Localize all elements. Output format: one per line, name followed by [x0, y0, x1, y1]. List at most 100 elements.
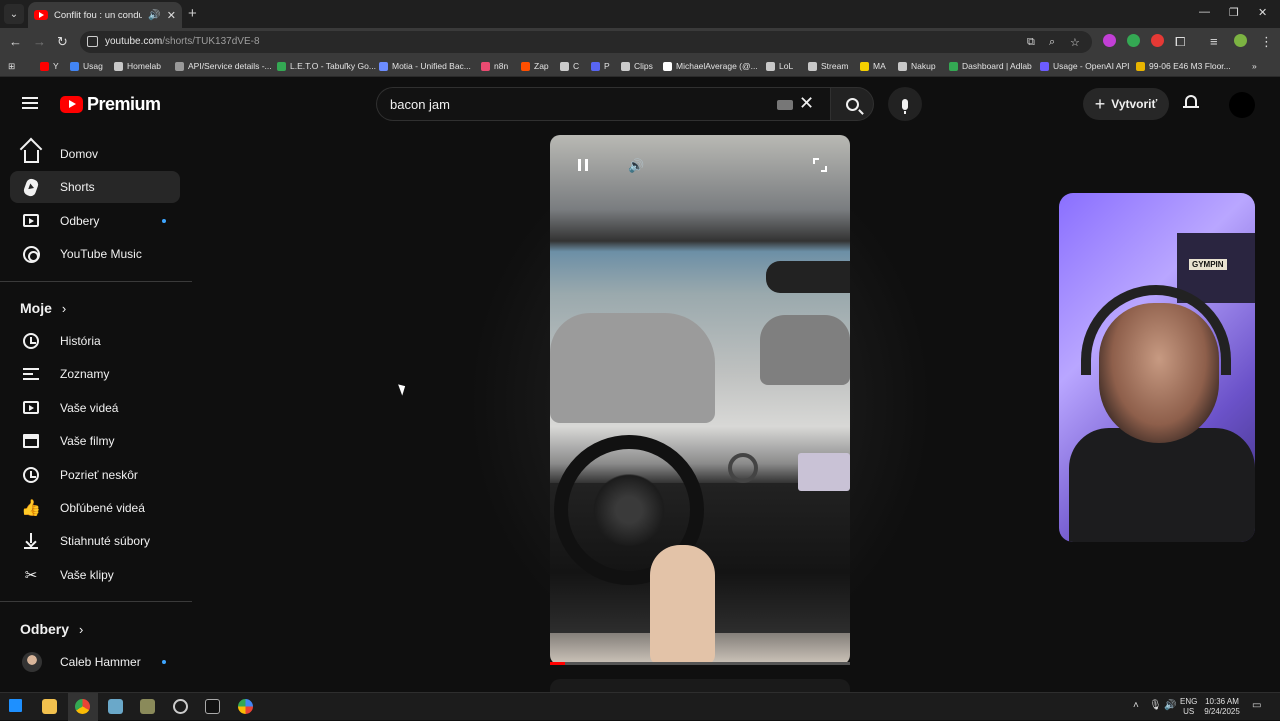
app-icon[interactable]: [108, 699, 123, 714]
sidebar-item-pozrie-nesk-r[interactable]: Pozrieť neskôr: [10, 459, 180, 491]
sidebar-item-youtube-music[interactable]: YouTube Music: [10, 238, 180, 270]
menu-hamburger-icon[interactable]: [22, 97, 38, 109]
bookmark-item[interactable]: Usag: [70, 61, 103, 71]
bookmark-star-icon[interactable]: ☆: [1070, 36, 1080, 49]
speaker-tray-icon[interactable]: 🔊: [1164, 700, 1176, 711]
extension-icon[interactable]: [1127, 34, 1140, 47]
bookmark-item[interactable]: Motia - Unified Bac...: [379, 61, 471, 71]
bookmark-item[interactable]: Dashboard | Adlab: [949, 61, 1032, 71]
minimize-icon[interactable]: —: [1199, 6, 1210, 18]
bookmark-favicon-icon: [898, 61, 907, 71]
bookmark-item[interactable]: Zap: [521, 61, 549, 71]
shorts-icon: [22, 177, 40, 198]
sidebar-item-label: Shorts: [60, 180, 95, 195]
bookmark-item[interactable]: 99-06 E46 M3 Floor...: [1136, 61, 1231, 71]
shorts-video-player[interactable]: [550, 135, 850, 665]
sidebar-item-va-e-vide-[interactable]: Vaše videá: [10, 392, 180, 424]
microphone-tray-icon[interactable]: 🎙: [1149, 700, 1162, 711]
sidebar-item-label: Vaše klipy: [60, 567, 114, 582]
extensions-puzzle-icon[interactable]: ⧠: [1175, 34, 1185, 50]
pause-icon[interactable]: [578, 159, 588, 171]
file-explorer-icon[interactable]: [42, 699, 57, 714]
bookmark-item[interactable]: Usage - OpenAI API: [1040, 61, 1130, 71]
site-info-icon[interactable]: [87, 36, 98, 47]
bookmark-item[interactable]: MichaelAverage (@...: [663, 61, 758, 71]
sidebar-item-domov[interactable]: Domov: [10, 138, 180, 170]
extension-icon[interactable]: [1103, 34, 1116, 47]
notifications-tray-icon[interactable]: ▭: [1252, 700, 1261, 711]
create-button[interactable]: + Vytvoriť: [1083, 88, 1169, 120]
tab-search-button[interactable]: ⌄: [4, 4, 24, 24]
sidebar-you-heading[interactable]: Moje ›: [20, 300, 66, 316]
video-progress-bar[interactable]: [550, 662, 850, 665]
sidebar-item-va-e-filmy[interactable]: Vaše filmy: [10, 425, 180, 457]
youtube-premium-logo[interactable]: Premium: [60, 94, 161, 115]
restore-icon[interactable]: ❐: [1229, 6, 1239, 19]
app-icon[interactable]: [173, 699, 188, 714]
system-clock[interactable]: 10:36 AM 9/24/2025: [1202, 697, 1242, 717]
reload-icon[interactable]: ↻: [57, 34, 68, 50]
watch-later-icon: [22, 466, 40, 484]
bookmark-item[interactable]: LoL: [766, 61, 793, 71]
bookmark-item[interactable]: API/Service details -...: [175, 61, 272, 71]
sidebar-item-ob-ben-vide-[interactable]: 👍 Obľúbené videá: [10, 492, 180, 524]
cast-icon[interactable]: ⧉: [1027, 36, 1035, 49]
bookmark-item[interactable]: P: [591, 61, 610, 71]
profile-avatar[interactable]: [1234, 34, 1247, 47]
notifications-bell-icon[interactable]: [1183, 95, 1199, 110]
bookmark-item[interactable]: n8n: [481, 61, 508, 71]
bookmark-item[interactable]: Y: [40, 61, 59, 71]
app-icon[interactable]: [140, 699, 155, 714]
sidebar-item-hist-ria[interactable]: História: [10, 325, 180, 357]
bookmark-item[interactable]: MA: [860, 61, 886, 71]
sidebar-item-stiahnut-s-bory[interactable]: Stiahnuté súbory: [10, 525, 180, 557]
bookmark-favicon-icon: [1136, 61, 1145, 71]
voice-search-button[interactable]: [888, 87, 922, 121]
tab-audio-icon[interactable]: 🔊: [148, 10, 160, 21]
sidebar-item-label: Vaše videá: [60, 400, 119, 415]
bookmark-item[interactable]: Stream: [808, 61, 848, 71]
bookmark-item[interactable]: L.E.T.O - Tabuľky Go...: [277, 61, 376, 71]
new-tab-button[interactable]: +: [188, 5, 197, 22]
search-query[interactable]: bacon jam: [390, 97, 450, 112]
zoom-icon[interactable]: ⌕: [1049, 36, 1055, 49]
sidebar-item-zoznamy[interactable]: Zoznamy: [10, 358, 180, 390]
extension-icon[interactable]: [1151, 34, 1164, 47]
volume-icon[interactable]: 🔊: [628, 158, 644, 174]
address-bar[interactable]: youtube.com/shorts/TUK137dVE-8 ⧉ ⌕ ☆: [80, 31, 1092, 53]
bookmark-favicon-icon: [663, 61, 672, 71]
menu-kebab-icon[interactable]: ⋮: [1260, 34, 1273, 50]
sidebar-item-odbery[interactable]: Odbery: [10, 205, 180, 237]
media-control-icon[interactable]: ≡: [1210, 34, 1218, 49]
apps-grid-icon[interactable]: ⊞: [8, 61, 15, 72]
tab-close-icon[interactable]: ✕: [167, 9, 176, 22]
bookmark-item[interactable]: Clips: [621, 61, 653, 71]
home-icon: [22, 145, 40, 163]
sidebar-divider: [0, 281, 192, 282]
account-avatar[interactable]: [1229, 92, 1255, 118]
bookmark-item[interactable]: Homelab: [114, 61, 161, 71]
bookmark-item[interactable]: Nakup: [898, 61, 936, 71]
forward-icon[interactable]: →: [33, 34, 46, 49]
sidebar-subscriptions-heading[interactable]: Odbery ›: [20, 621, 83, 637]
window-close-icon[interactable]: ✕: [1258, 6, 1267, 19]
sidebar-item-va-e-klipy[interactable]: ✂ Vaše klipy: [10, 559, 180, 591]
app-icon[interactable]: [238, 699, 253, 714]
sidebar-item-shorts[interactable]: Shorts: [10, 171, 180, 204]
browser-tab-active[interactable]: Conflit fou : un conducteur 🔊 ✕: [28, 2, 182, 28]
bookmark-item[interactable]: C: [560, 61, 579, 71]
clear-search-icon[interactable]: ✕: [799, 93, 814, 114]
input-language[interactable]: ENG US: [1180, 697, 1197, 717]
fullscreen-icon[interactable]: [813, 158, 827, 172]
youtube-favicon-icon: [34, 10, 48, 20]
terminal-icon[interactable]: [205, 699, 220, 714]
chrome-icon[interactable]: [75, 699, 90, 714]
start-icon[interactable]: [9, 699, 22, 712]
search-input[interactable]: bacon jam ✕: [376, 87, 830, 121]
sidebar-item-caleb-hammer[interactable]: Caleb Hammer: [10, 646, 180, 678]
more-bookmarks-icon[interactable]: »: [1252, 61, 1257, 71]
keyboard-icon[interactable]: [777, 100, 793, 110]
tray-chevron-icon[interactable]: ˄: [1133, 700, 1139, 711]
back-icon[interactable]: ←: [9, 34, 22, 49]
search-button[interactable]: [830, 87, 874, 121]
